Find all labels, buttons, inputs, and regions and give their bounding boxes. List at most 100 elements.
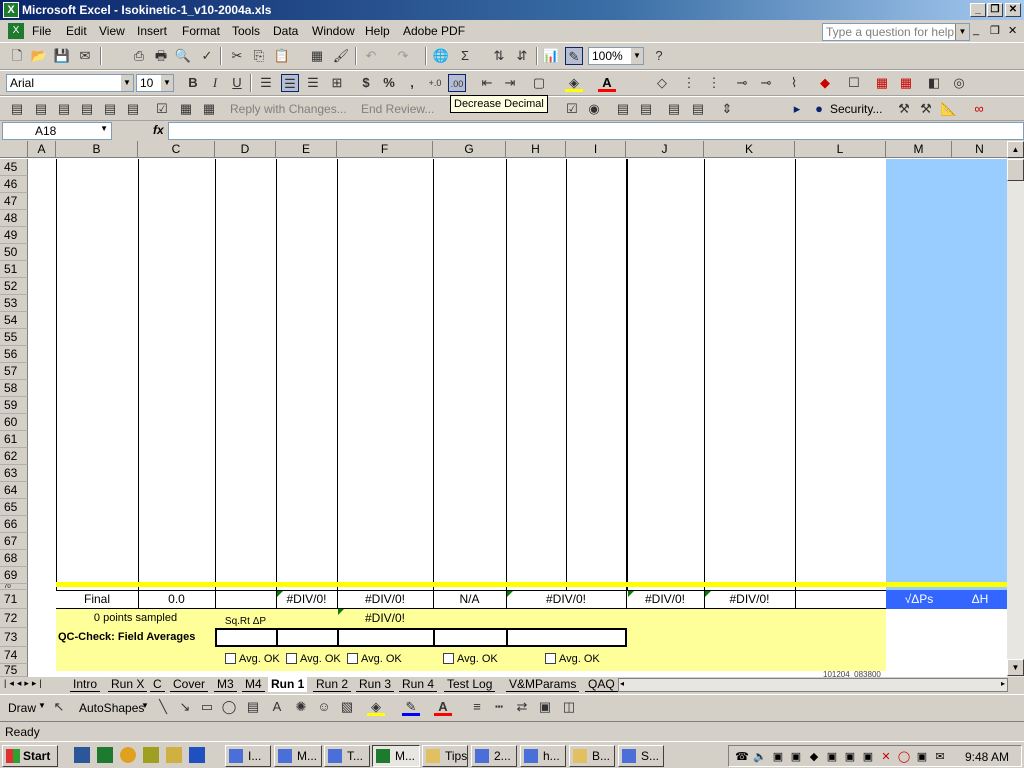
font-select[interactable]: Arial ▼ <box>6 74 134 92</box>
autosum-icon[interactable]: Σ <box>456 47 474 65</box>
undo-icon[interactable]: ↶ <box>362 47 380 65</box>
end-review-button[interactable]: End Review... <box>361 102 434 116</box>
menu-data[interactable]: Data <box>273 24 298 38</box>
cell-e71[interactable]: #DIV/0! <box>276 591 337 608</box>
row-header-51[interactable]: 51 <box>0 261 28 278</box>
row-header-45[interactable]: 45 <box>0 159 28 176</box>
doc-close-button[interactable]: ✕ <box>1008 24 1017 37</box>
chevron-down-icon[interactable]: ▼ <box>100 124 108 133</box>
cell-k71[interactable]: #DIV/0! <box>704 591 795 608</box>
select-objects-icon[interactable]: ↖ <box>50 698 68 716</box>
avg-ok-checkbox-h[interactable]: Avg. OK <box>545 653 600 665</box>
row-header-59[interactable]: 59 <box>0 397 28 414</box>
chart-wizard-icon[interactable]: 📊 <box>542 47 560 65</box>
new-icon[interactable]: 🗋 <box>8 47 26 65</box>
check-icon[interactable]: ◇ <box>653 74 671 92</box>
design-mode-icon[interactable]: 📐 <box>940 100 958 118</box>
select-all-corner[interactable] <box>0 141 28 158</box>
menu-window[interactable]: Window <box>312 24 355 38</box>
tab-vm-params[interactable]: V&MParams <box>506 677 580 692</box>
trace-precedents-icon[interactable]: ⋮ <box>680 74 698 92</box>
spelling-icon[interactable]: ✓ <box>198 47 216 65</box>
cell-hi71[interactable]: #DIV/0! <box>506 591 626 608</box>
row-header-54[interactable]: 54 <box>0 312 28 329</box>
fill-color-icon[interactable]: ◈ <box>565 74 583 92</box>
review-icon-5[interactable]: ▤ <box>101 100 119 118</box>
review-icon-4[interactable]: ▤ <box>78 100 96 118</box>
checkbox-icon[interactable] <box>443 653 454 664</box>
decrease-indent-icon[interactable]: ⇤ <box>478 74 496 92</box>
warning-icon[interactable]: ◆ <box>816 74 834 92</box>
qc-field-g[interactable] <box>433 628 508 647</box>
tray-icon-10[interactable]: ◯ <box>897 750 911 764</box>
tools-icon[interactable]: ⚒ <box>917 100 935 118</box>
underline-icon[interactable]: U <box>228 74 246 92</box>
column-header-n[interactable]: N <box>952 141 1008 158</box>
row-header-55[interactable]: 55 <box>0 329 28 346</box>
cell-c71[interactable]: 0.0 <box>138 591 215 608</box>
doc-minimize-button[interactable]: _ <box>973 24 979 36</box>
chevron-down-icon[interactable]: ▼ <box>955 24 969 40</box>
tab-c[interactable]: C <box>150 677 165 692</box>
column-header-j[interactable]: J <box>626 141 704 158</box>
tab-run-4[interactable]: Run 4 <box>399 677 438 692</box>
row-header-56[interactable]: 56 <box>0 346 28 363</box>
evaluate-formula-icon[interactable]: ◎ <box>950 74 968 92</box>
row-header-60[interactable]: 60 <box>0 414 28 431</box>
qc-field-hi[interactable] <box>506 628 627 647</box>
tab-scroll-icons[interactable]: |◂◂▸▸| <box>4 678 45 689</box>
clear-circles-icon[interactable]: ▦ <box>897 74 915 92</box>
fill-color-draw-icon[interactable]: ◈ <box>367 698 385 716</box>
tray-icon-11[interactable]: ▣ <box>915 750 929 764</box>
help-search-input[interactable]: Type a question for help ▼ <box>822 23 970 41</box>
row-header-66[interactable]: 66 <box>0 516 28 533</box>
checkbox-icon[interactable] <box>225 653 236 664</box>
chevron-down-icon[interactable]: ▼ <box>141 701 149 710</box>
menu-view[interactable]: View <box>99 24 125 38</box>
row-header-46[interactable]: 46 <box>0 176 28 193</box>
checkbox-icon[interactable] <box>286 653 297 664</box>
review-icon-1[interactable]: ▤ <box>8 100 26 118</box>
vertical-scrollbar[interactable]: ▲ ▼ <box>1007 141 1024 677</box>
column-header-f[interactable]: F <box>337 141 433 158</box>
column-header-i[interactable]: I <box>566 141 626 158</box>
column-header-d[interactable]: D <box>215 141 276 158</box>
scroll-thumb[interactable] <box>1007 159 1024 181</box>
tab-run-2[interactable]: Run 2 <box>313 677 352 692</box>
row-header-62[interactable]: 62 <box>0 448 28 465</box>
row-header-75[interactable]: 75 <box>0 664 28 677</box>
menu-format[interactable]: Format <box>182 24 220 38</box>
align-center-icon[interactable]: ☰ <box>281 74 299 92</box>
tab-cover[interactable]: Cover <box>170 677 209 692</box>
tab-test-log[interactable]: Test Log <box>444 677 496 692</box>
tray-icon-12[interactable]: ✉ <box>933 750 947 764</box>
checkbox-icon[interactable]: ☑ <box>563 100 581 118</box>
clipart-icon[interactable]: ☺ <box>315 698 333 716</box>
merge-center-icon[interactable]: ⊞ <box>328 74 346 92</box>
restore-button[interactable]: ❐ <box>987 3 1003 17</box>
spreadsheet-grid[interactable]: A B C D E F G H I J K L M N 45 46 47 48 49 50… <box>0 141 1008 677</box>
run-icon[interactable]: ▸ <box>788 100 806 118</box>
task-word[interactable]: 2... <box>471 745 517 767</box>
row-header-48[interactable]: 48 <box>0 210 28 227</box>
drawing-icon[interactable]: ✎ <box>565 47 583 65</box>
tray-icon-6[interactable]: ▣ <box>825 750 839 764</box>
print-icon[interactable]: ⎙ <box>130 47 148 65</box>
cell-m71[interactable]: √ΔPs <box>886 591 952 608</box>
paste-special-icon[interactable]: ▦ <box>308 47 326 65</box>
menu-help[interactable]: Help <box>365 24 390 38</box>
comma-icon[interactable]: , <box>403 74 421 92</box>
row-header-50[interactable]: 50 <box>0 244 28 261</box>
fx-icon[interactable]: fx <box>153 123 164 137</box>
task-excel[interactable]: M... <box>372 745 420 767</box>
increase-indent-icon[interactable]: ⇥ <box>501 74 519 92</box>
diagram-icon[interactable]: ✺ <box>292 698 310 716</box>
menu-insert[interactable]: Insert <box>137 24 167 38</box>
column-header-k[interactable]: K <box>704 141 795 158</box>
draw-menu[interactable]: Draw <box>8 701 36 715</box>
format-painter-icon[interactable]: 🖌 <box>332 47 350 65</box>
cell-f72[interactable]: #DIV/0! <box>337 610 433 627</box>
tab-intro[interactable]: Intro <box>70 677 101 692</box>
checkbox-icon[interactable] <box>545 653 556 664</box>
preview-icon[interactable]: 🔍 <box>174 47 192 65</box>
